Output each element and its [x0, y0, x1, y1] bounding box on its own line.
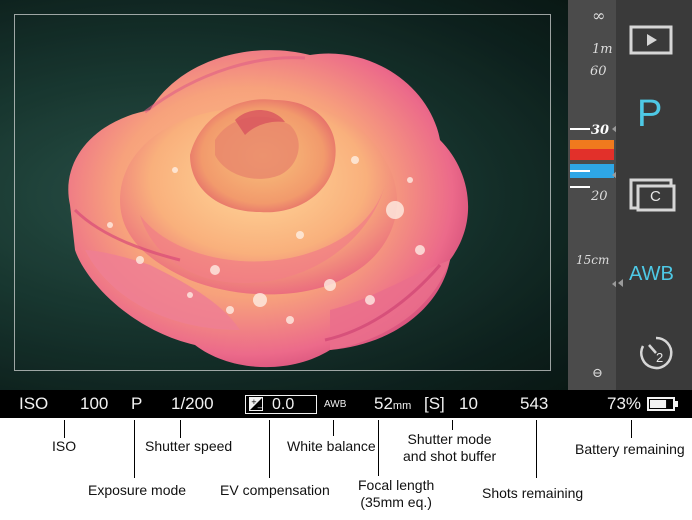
exposure-indicator-line-top	[570, 128, 590, 130]
focus-30-label: 30	[591, 123, 610, 138]
focal-length-number: 52	[374, 394, 393, 413]
battery-icon	[647, 397, 678, 411]
focus-1m-label: 1m	[592, 42, 613, 57]
viewfinder	[0, 0, 568, 390]
ev-compensation-value: 0.0	[272, 396, 295, 413]
callout-exposure-mode: Exposure mode	[88, 482, 187, 498]
playback-button[interactable]	[629, 25, 675, 55]
ev-compensation-icon: + −	[249, 397, 263, 412]
shutter-mode-indicator: [S]	[424, 394, 445, 413]
self-timer-seconds: 2	[656, 350, 664, 365]
callout-line-white-balance	[333, 420, 334, 436]
play-icon	[629, 25, 673, 55]
focus-15cm-label: 15cm	[576, 253, 610, 267]
callout-line-exposure-mode	[134, 420, 135, 478]
white-balance-indicator: AWB	[324, 399, 347, 410]
callout-focal-length: Focal length (35mm eq.)	[358, 477, 434, 511]
white-balance-button[interactable]: AWB	[629, 263, 674, 285]
shutter-speed-value: 1/200	[171, 394, 214, 413]
callout-shutter-mode-line1: Shutter mode	[407, 431, 492, 447]
exposure-indicator-red	[570, 149, 614, 160]
exposure-indicator-orange	[570, 140, 614, 149]
callout-line-shutter-mode	[452, 420, 453, 430]
frame-guide	[14, 14, 551, 371]
callout-line-ev-compensation	[269, 420, 270, 478]
mode-pointer	[618, 279, 623, 287]
callout-focal-length-line1: Focal length	[358, 477, 435, 493]
callout-shutter-mode: Shutter mode and shot buffer	[403, 431, 496, 465]
drive-mode-letter: C	[650, 188, 661, 205]
drive-mode-button[interactable]: C	[628, 176, 678, 212]
focus-60-label: 60	[590, 64, 607, 79]
exposure-indicator-line-mid	[570, 170, 590, 172]
iso-label: ISO	[19, 394, 49, 413]
battery-percent: 73%	[607, 394, 642, 413]
exposure-mode-indicator: P	[131, 394, 143, 413]
focal-length-value: 52mm	[374, 390, 411, 418]
focal-length-unit: mm	[392, 400, 412, 412]
shot-buffer-value: 10	[459, 394, 478, 413]
callout-line-shots-remaining	[536, 420, 537, 478]
callout-line-battery	[631, 420, 632, 438]
exposure-mode-button[interactable]: P	[637, 92, 662, 136]
callout-white-balance: White balance	[287, 438, 376, 454]
callout-iso: ISO	[52, 438, 77, 454]
callout-focal-length-line2: (35mm eq.)	[360, 494, 432, 510]
svg-text:−: −	[257, 404, 263, 412]
callout-battery-remaining: Battery remaining	[575, 441, 685, 457]
focus-20-label: 20	[591, 189, 608, 204]
iso-value: 100	[80, 394, 109, 413]
callout-line-iso	[64, 420, 65, 438]
shots-remaining-value: 543	[520, 394, 549, 413]
callout-line-shutter-speed	[180, 420, 181, 438]
callout-shutter-mode-line2: and shot buffer	[403, 448, 497, 464]
callout-shots-remaining: Shots remaining	[482, 485, 584, 501]
callout-shutter-speed: Shutter speed	[145, 438, 233, 454]
callout-line-focal-length	[378, 420, 379, 476]
exposure-indicator-line-bottom	[570, 186, 590, 188]
self-timer-button[interactable]: 2	[636, 334, 676, 374]
focus-macro-symbol: ⊖	[592, 366, 603, 381]
focus-infinity-label: ∞	[592, 6, 606, 25]
callout-ev-compensation: EV compensation	[220, 482, 330, 498]
battery-fill	[650, 400, 667, 408]
